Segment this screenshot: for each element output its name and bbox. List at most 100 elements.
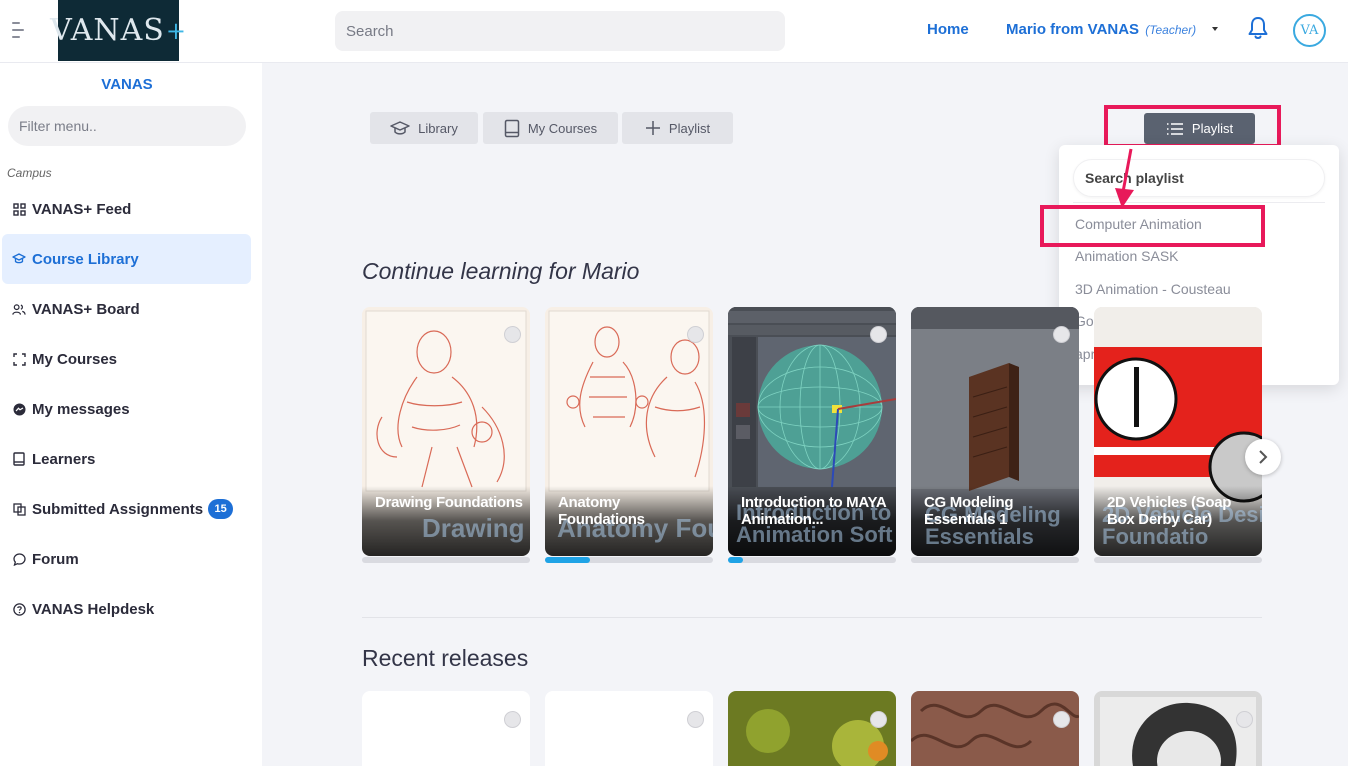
recent-course-card[interactable]	[362, 691, 530, 766]
users-icon	[12, 302, 26, 316]
course-thumbnail	[1094, 691, 1262, 766]
course-title: Introduction to MAYA Animation...	[741, 494, 886, 529]
avatar-initials: VA	[1300, 23, 1319, 38]
user-role: (Teacher)	[1145, 23, 1197, 37]
playlist-item[interactable]: Animation SASK	[1075, 248, 1179, 264]
annotation-arrow-icon	[1115, 148, 1134, 208]
sidebar-item-learners[interactable]: Learners	[2, 434, 251, 484]
sidebar-item-label: My Courses	[32, 350, 118, 368]
vanas-logo[interactable]: VANAS +	[50, 0, 186, 61]
tab-add-playlist-label: Playlist	[668, 120, 711, 136]
sidebar-item-vanas-board[interactable]: VANAS+ Board	[2, 284, 251, 334]
course-card[interactable]: Drawing Foundatio Drawing Foundations	[362, 307, 530, 556]
course-title: 2D Vehicles (Soap Box Derby Car)	[1107, 494, 1232, 529]
recent-course-card[interactable]	[728, 691, 896, 766]
course-thumbnail	[911, 691, 1079, 766]
tab-library[interactable]: Library	[370, 112, 478, 144]
logo-text: VANAS	[50, 13, 165, 48]
select-radio[interactable]	[870, 326, 887, 343]
course-card[interactable]: Introduction to MA Animation Soft Introd…	[728, 307, 896, 556]
recent-releases-title: Recent releases	[362, 645, 529, 671]
messenger-icon	[12, 402, 26, 416]
caret-down-icon[interactable]	[1212, 27, 1218, 31]
sidebar-item-submitted-assignments[interactable]: Submitted Assignments 15	[2, 484, 251, 534]
playlist-search-input[interactable]: Search playlist	[1073, 159, 1325, 197]
graduation-cap-icon	[12, 252, 26, 266]
recent-course-card[interactable]	[1094, 691, 1262, 766]
tab-add-playlist[interactable]: Playlist	[622, 112, 733, 144]
select-radio[interactable]	[1236, 711, 1253, 728]
tab-my-courses-label: My Courses	[527, 120, 598, 136]
logo-plus: +	[165, 16, 187, 45]
sidebar-item-label: VANAS+ Board	[32, 300, 140, 318]
playlist-item[interactable]: 3D Animation - Cousteau	[1075, 281, 1231, 297]
sidebar-item-label: Course Library	[32, 250, 139, 268]
select-radio[interactable]	[504, 711, 521, 728]
grid-icon	[12, 202, 26, 216]
chat-bubble-icon	[12, 552, 26, 566]
dropdown-divider	[1073, 202, 1325, 203]
user-name: Mario from VANAS	[1006, 21, 1140, 38]
menu-toggle-icon[interactable]	[12, 22, 26, 40]
tab-library-label: Library	[418, 120, 458, 136]
sidebar-item-label: My messages	[32, 400, 130, 418]
course-progress-bar	[545, 557, 713, 563]
course-progress-bar	[1094, 557, 1262, 563]
annotation-highlight-playlist	[1104, 105, 1281, 148]
progress-fill	[728, 557, 744, 563]
sidebar-item-label: Learners	[32, 450, 96, 468]
select-radio[interactable]	[870, 711, 887, 728]
book-icon	[504, 119, 520, 137]
course-card[interactable]: CG Modeling Essentials CG Modeling Essen…	[911, 307, 1079, 556]
course-card[interactable]: Anatomy Foundatio Anatomy Foundations	[545, 307, 713, 556]
sidebar-item-label: Forum	[32, 550, 79, 568]
select-radio[interactable]	[1053, 711, 1070, 728]
top-bar: VANAS+ Home Mario from VANAS (Teacher) V…	[0, 0, 1348, 63]
select-radio[interactable]	[1053, 326, 1070, 343]
card-ghost-title: Drawing Foundatio	[422, 513, 530, 543]
graduation-cap-icon	[390, 121, 410, 135]
bell-icon[interactable]	[1246, 15, 1270, 41]
sidebar-section-label: Campus	[7, 166, 52, 180]
course-card[interactable]: 2D Vehicle Desig Foundatio 2D Vehicles (…	[1094, 307, 1262, 556]
section-divider	[362, 617, 1262, 618]
sidebar: VANAS Campus VANAS+ Feed Course Library …	[0, 63, 262, 766]
book-icon	[12, 452, 26, 466]
sidebar-title: VANAS	[101, 76, 153, 93]
filter-menu-input[interactable]	[8, 106, 246, 146]
tab-my-courses[interactable]: My Courses	[483, 112, 618, 144]
sidebar-item-label: Submitted Assignments	[32, 500, 204, 518]
carousel-next-button[interactable]	[1245, 439, 1281, 475]
select-radio[interactable]	[687, 326, 704, 343]
course-progress-bar	[728, 557, 896, 563]
assignments-count-badge: 15	[208, 499, 234, 519]
sidebar-item-vanas-helpdesk[interactable]: VANAS Helpdesk	[2, 584, 251, 634]
course-progress-bar	[362, 557, 530, 563]
sidebar-item-course-library[interactable]: Course Library	[2, 234, 251, 284]
avatar[interactable]: VA	[1293, 14, 1326, 47]
sidebar-item-vanas-feed[interactable]: VANAS+ Feed	[2, 184, 251, 234]
select-radio[interactable]	[504, 326, 521, 343]
course-title: Anatomy Foundations	[558, 494, 645, 529]
sidebar-item-label: VANAS+ Feed	[32, 200, 132, 218]
progress-fill	[545, 557, 591, 563]
sidebar-item-my-messages[interactable]: My messages	[2, 384, 251, 434]
continue-learning-title: Continue learning for Mario	[362, 258, 640, 284]
course-progress-bar	[911, 557, 1079, 563]
plus-icon	[645, 121, 660, 135]
sidebar-item-label: VANAS Helpdesk	[32, 600, 155, 618]
help-circle-icon	[12, 602, 26, 616]
search-input[interactable]	[335, 11, 785, 51]
course-title: Drawing Foundations	[375, 494, 523, 511]
home-link[interactable]: Home	[927, 21, 969, 38]
course-thumbnail	[728, 691, 896, 766]
select-radio[interactable]	[687, 711, 704, 728]
assignments-icon	[12, 502, 26, 516]
sidebar-item-my-courses[interactable]: My Courses	[2, 334, 251, 384]
sidebar-item-forum[interactable]: Forum	[2, 534, 251, 584]
chevron-right-icon	[1259, 450, 1268, 464]
course-title: CG Modeling Essentials 1	[924, 494, 1014, 529]
recent-course-card[interactable]	[911, 691, 1079, 766]
recent-course-card[interactable]	[545, 691, 713, 766]
user-menu[interactable]: Mario from VANAS (Teacher)	[1006, 21, 1196, 38]
